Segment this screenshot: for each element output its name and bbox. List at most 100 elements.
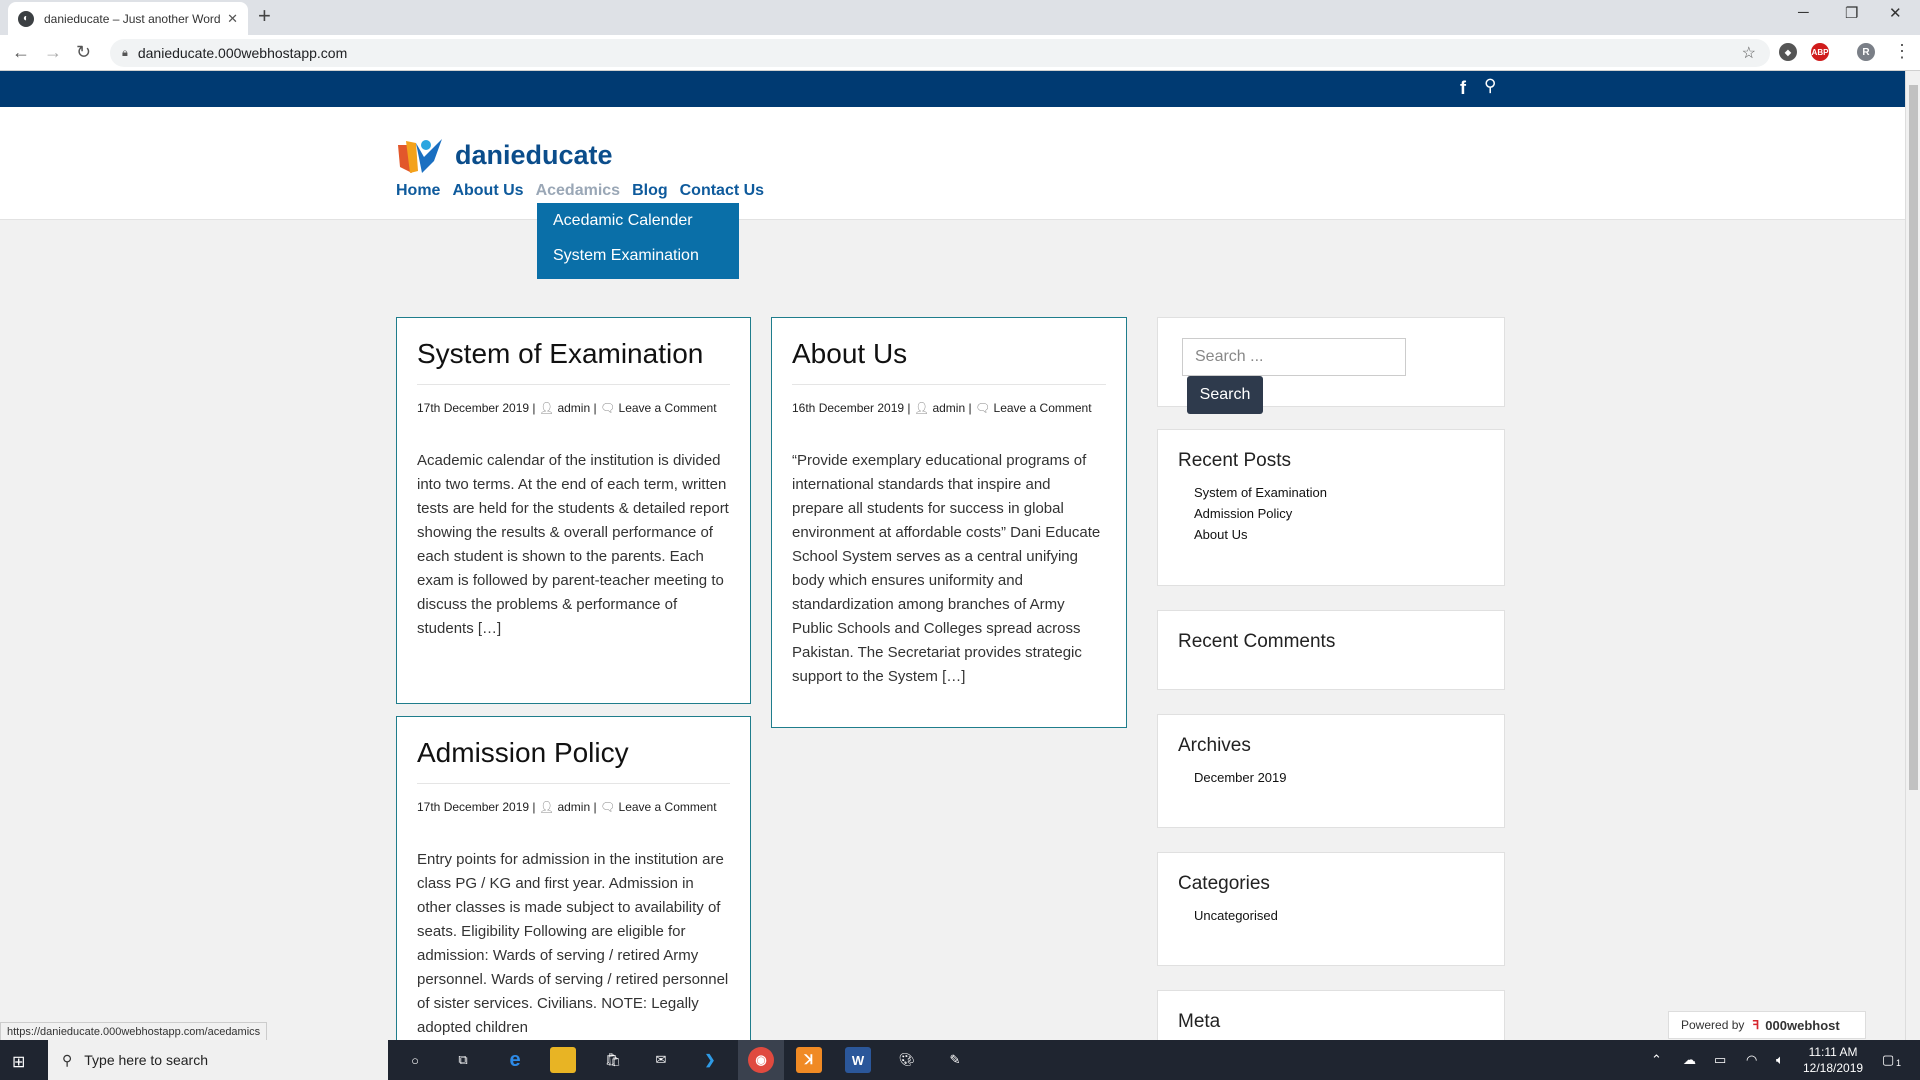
post-comments-link[interactable]: Leave a Comment <box>994 401 1092 415</box>
browser-menu-icon[interactable]: ⋮ <box>1893 41 1911 62</box>
post-date[interactable]: 17th December 2019 <box>417 800 529 814</box>
xampp-icon[interactable]: ꓘ <box>796 1047 822 1073</box>
taskbar-search-input[interactable]: ⚲ Type here to search <box>48 1040 388 1080</box>
url-text: danieducate.000webhostapp.com <box>137 45 348 61</box>
site-logo-icon[interactable] <box>396 137 446 175</box>
post-date[interactable]: 17th December 2019 <box>417 401 529 415</box>
post-excerpt: Academic calendar of the institution is … <box>417 452 729 637</box>
meta-heading: Meta <box>1178 1011 1221 1032</box>
post-comments-link[interactable]: Leave a Comment <box>619 800 717 814</box>
taskbar-clock[interactable]: 11:11 AM 12/18/2019 <box>1803 1044 1863 1076</box>
post-title[interactable]: System of Examination <box>417 338 730 385</box>
page-scrollbar[interactable] <box>1905 71 1920 1040</box>
forward-icon[interactable]: → <box>44 42 62 63</box>
reload-icon[interactable]: ↻ <box>76 42 91 63</box>
meta-widget: Meta <box>1157 990 1505 1040</box>
archives-heading: Archives <box>1178 735 1251 756</box>
word-icon[interactable]: W <box>845 1047 871 1073</box>
window-close-icon[interactable]: ✕ <box>1889 4 1902 22</box>
recent-post-link[interactable]: Admission Policy <box>1194 503 1484 524</box>
adblock-plus-icon[interactable]: ABP <box>1811 43 1829 61</box>
browser-tab[interactable]: ◐ danieducate – Just another Word ✕ <box>8 2 248 35</box>
site-title[interactable]: danieducate <box>455 140 613 171</box>
main-menu: Home About Us Acedamics Blog Contact Us <box>396 182 776 200</box>
post-author[interactable]: admin <box>932 401 965 415</box>
post-comments-link[interactable]: Leave a Comment <box>619 401 717 415</box>
menu-item-contact-us[interactable]: Contact Us <box>680 182 764 200</box>
tab-close-icon[interactable]: ✕ <box>227 11 238 27</box>
powered-by-badge[interactable]: Powered by ꟻ 000webhost <box>1668 1011 1866 1039</box>
recent-post-link[interactable]: System of Examination <box>1194 482 1484 503</box>
user-icon: 👤︎ <box>538 800 555 814</box>
volume-icon[interactable]: 🔈︎ <box>1776 1052 1784 1068</box>
post-title[interactable]: About Us <box>792 338 1106 385</box>
new-tab-icon[interactable]: + <box>258 5 271 27</box>
file-explorer-icon[interactable] <box>550 1047 576 1073</box>
minimize-icon[interactable]: ─ <box>1798 4 1809 21</box>
wifi-icon[interactable]: ◠ <box>1746 1052 1757 1068</box>
menu-item-blog[interactable]: Blog <box>632 182 668 200</box>
comment-icon: 🗨︎ <box>599 800 616 814</box>
categories-widget: Categories Uncategorised <box>1157 852 1505 966</box>
restore-icon[interactable]: ❐ <box>1845 4 1858 22</box>
archive-link[interactable]: December 2019 <box>1194 767 1484 788</box>
search-widget: Search ...Search <box>1157 317 1505 414</box>
cortana-icon[interactable]: ○ <box>402 1047 428 1073</box>
clock-time: 11:11 AM <box>1808 1045 1858 1059</box>
site-search-icon[interactable]: ⚲ <box>1484 76 1496 96</box>
recent-posts-heading: Recent Posts <box>1178 450 1291 471</box>
paint-3d-icon[interactable]: ✎ <box>942 1047 968 1073</box>
post-meta: 17th December 2019 | 👤︎ admin | 🗨︎ Leave… <box>417 800 717 814</box>
scrollbar-thumb[interactable] <box>1909 85 1918 790</box>
dropdown-item-acedamic-calender[interactable]: Acedamic Calender <box>537 206 739 241</box>
post-date[interactable]: 16th December 2019 <box>792 401 904 415</box>
edge-icon[interactable]: e <box>502 1047 528 1073</box>
lock-icon: 🔒︎ <box>122 46 128 59</box>
paint-icon[interactable]: 🎨︎ <box>894 1047 920 1073</box>
recent-comments-widget: Recent Comments <box>1157 610 1505 690</box>
post-excerpt: “Provide exemplary educational programs … <box>792 452 1101 685</box>
categories-heading: Categories <box>1178 873 1270 894</box>
user-icon: 👤︎ <box>913 401 930 415</box>
onedrive-icon[interactable]: ☁ <box>1683 1052 1696 1068</box>
taskbar-search-placeholder: Type here to search <box>84 1052 209 1068</box>
chrome-icon[interactable]: ◉ <box>748 1047 774 1073</box>
archives-widget: Archives December 2019 <box>1157 714 1505 828</box>
facebook-icon[interactable]: f <box>1460 78 1466 99</box>
extension-icon[interactable]: ◆ <box>1779 43 1797 61</box>
menu-item-about-us[interactable]: About Us <box>452 182 523 200</box>
post-title[interactable]: Admission Policy <box>417 737 730 784</box>
task-view-icon[interactable]: ⧉ <box>450 1047 476 1073</box>
post-author[interactable]: admin <box>557 401 590 415</box>
search-input[interactable]: Search ... <box>1182 338 1406 376</box>
post-author[interactable]: admin <box>557 800 590 814</box>
search-button[interactable]: Search <box>1187 376 1263 414</box>
bookmark-star-icon[interactable]: ☆ <box>1742 43 1756 63</box>
status-bar-url: https://danieducate.000webhostapp.com/ac… <box>0 1022 268 1040</box>
search-icon: ⚲ <box>62 1051 73 1068</box>
url-input[interactable]: 🔒︎ danieducate.000webhostapp.com ☆ <box>110 39 1770 67</box>
address-bar-row: ← → ↻ 🔒︎ danieducate.000webhostapp.com ☆… <box>0 35 1920 71</box>
powered-brand: 000webhost <box>1765 1017 1840 1033</box>
recent-post-link[interactable]: About Us <box>1194 524 1484 545</box>
category-link[interactable]: Uncategorised <box>1194 905 1484 926</box>
battery-icon[interactable]: ▭ <box>1714 1052 1726 1068</box>
dropdown-item-system-examination[interactable]: System Examination <box>537 241 739 276</box>
comment-icon: 🗨︎ <box>974 401 991 415</box>
post-meta: 16th December 2019 | 👤︎ admin | 🗨︎ Leave… <box>792 401 1092 415</box>
user-icon: 👤︎ <box>538 401 555 415</box>
windows-start-icon[interactable]: ⊞ <box>12 1052 25 1072</box>
site-header: danieducate Home About Us Acedamics Blog… <box>0 107 1905 220</box>
menu-item-home[interactable]: Home <box>396 182 440 200</box>
menu-item-acedamics[interactable]: Acedamics <box>536 182 621 200</box>
store-icon[interactable]: 🛍︎ <box>600 1047 626 1073</box>
mail-icon[interactable]: ✉ <box>648 1047 674 1073</box>
notification-center-icon[interactable]: ▢ <box>1882 1052 1894 1068</box>
tray-chevron-icon[interactable]: ⌃ <box>1651 1052 1662 1068</box>
site-favicon-icon: ◐ <box>18 10 34 27</box>
browser-tab-bar: ◐ danieducate – Just another Word ✕ + ─ … <box>0 0 1920 35</box>
vscode-icon[interactable]: ❯ <box>697 1047 723 1073</box>
post-meta: 17th December 2019 | 👤︎ admin | 🗨︎ Leave… <box>417 401 717 415</box>
back-icon[interactable]: ← <box>12 42 30 63</box>
profile-avatar[interactable]: R <box>1857 43 1875 61</box>
